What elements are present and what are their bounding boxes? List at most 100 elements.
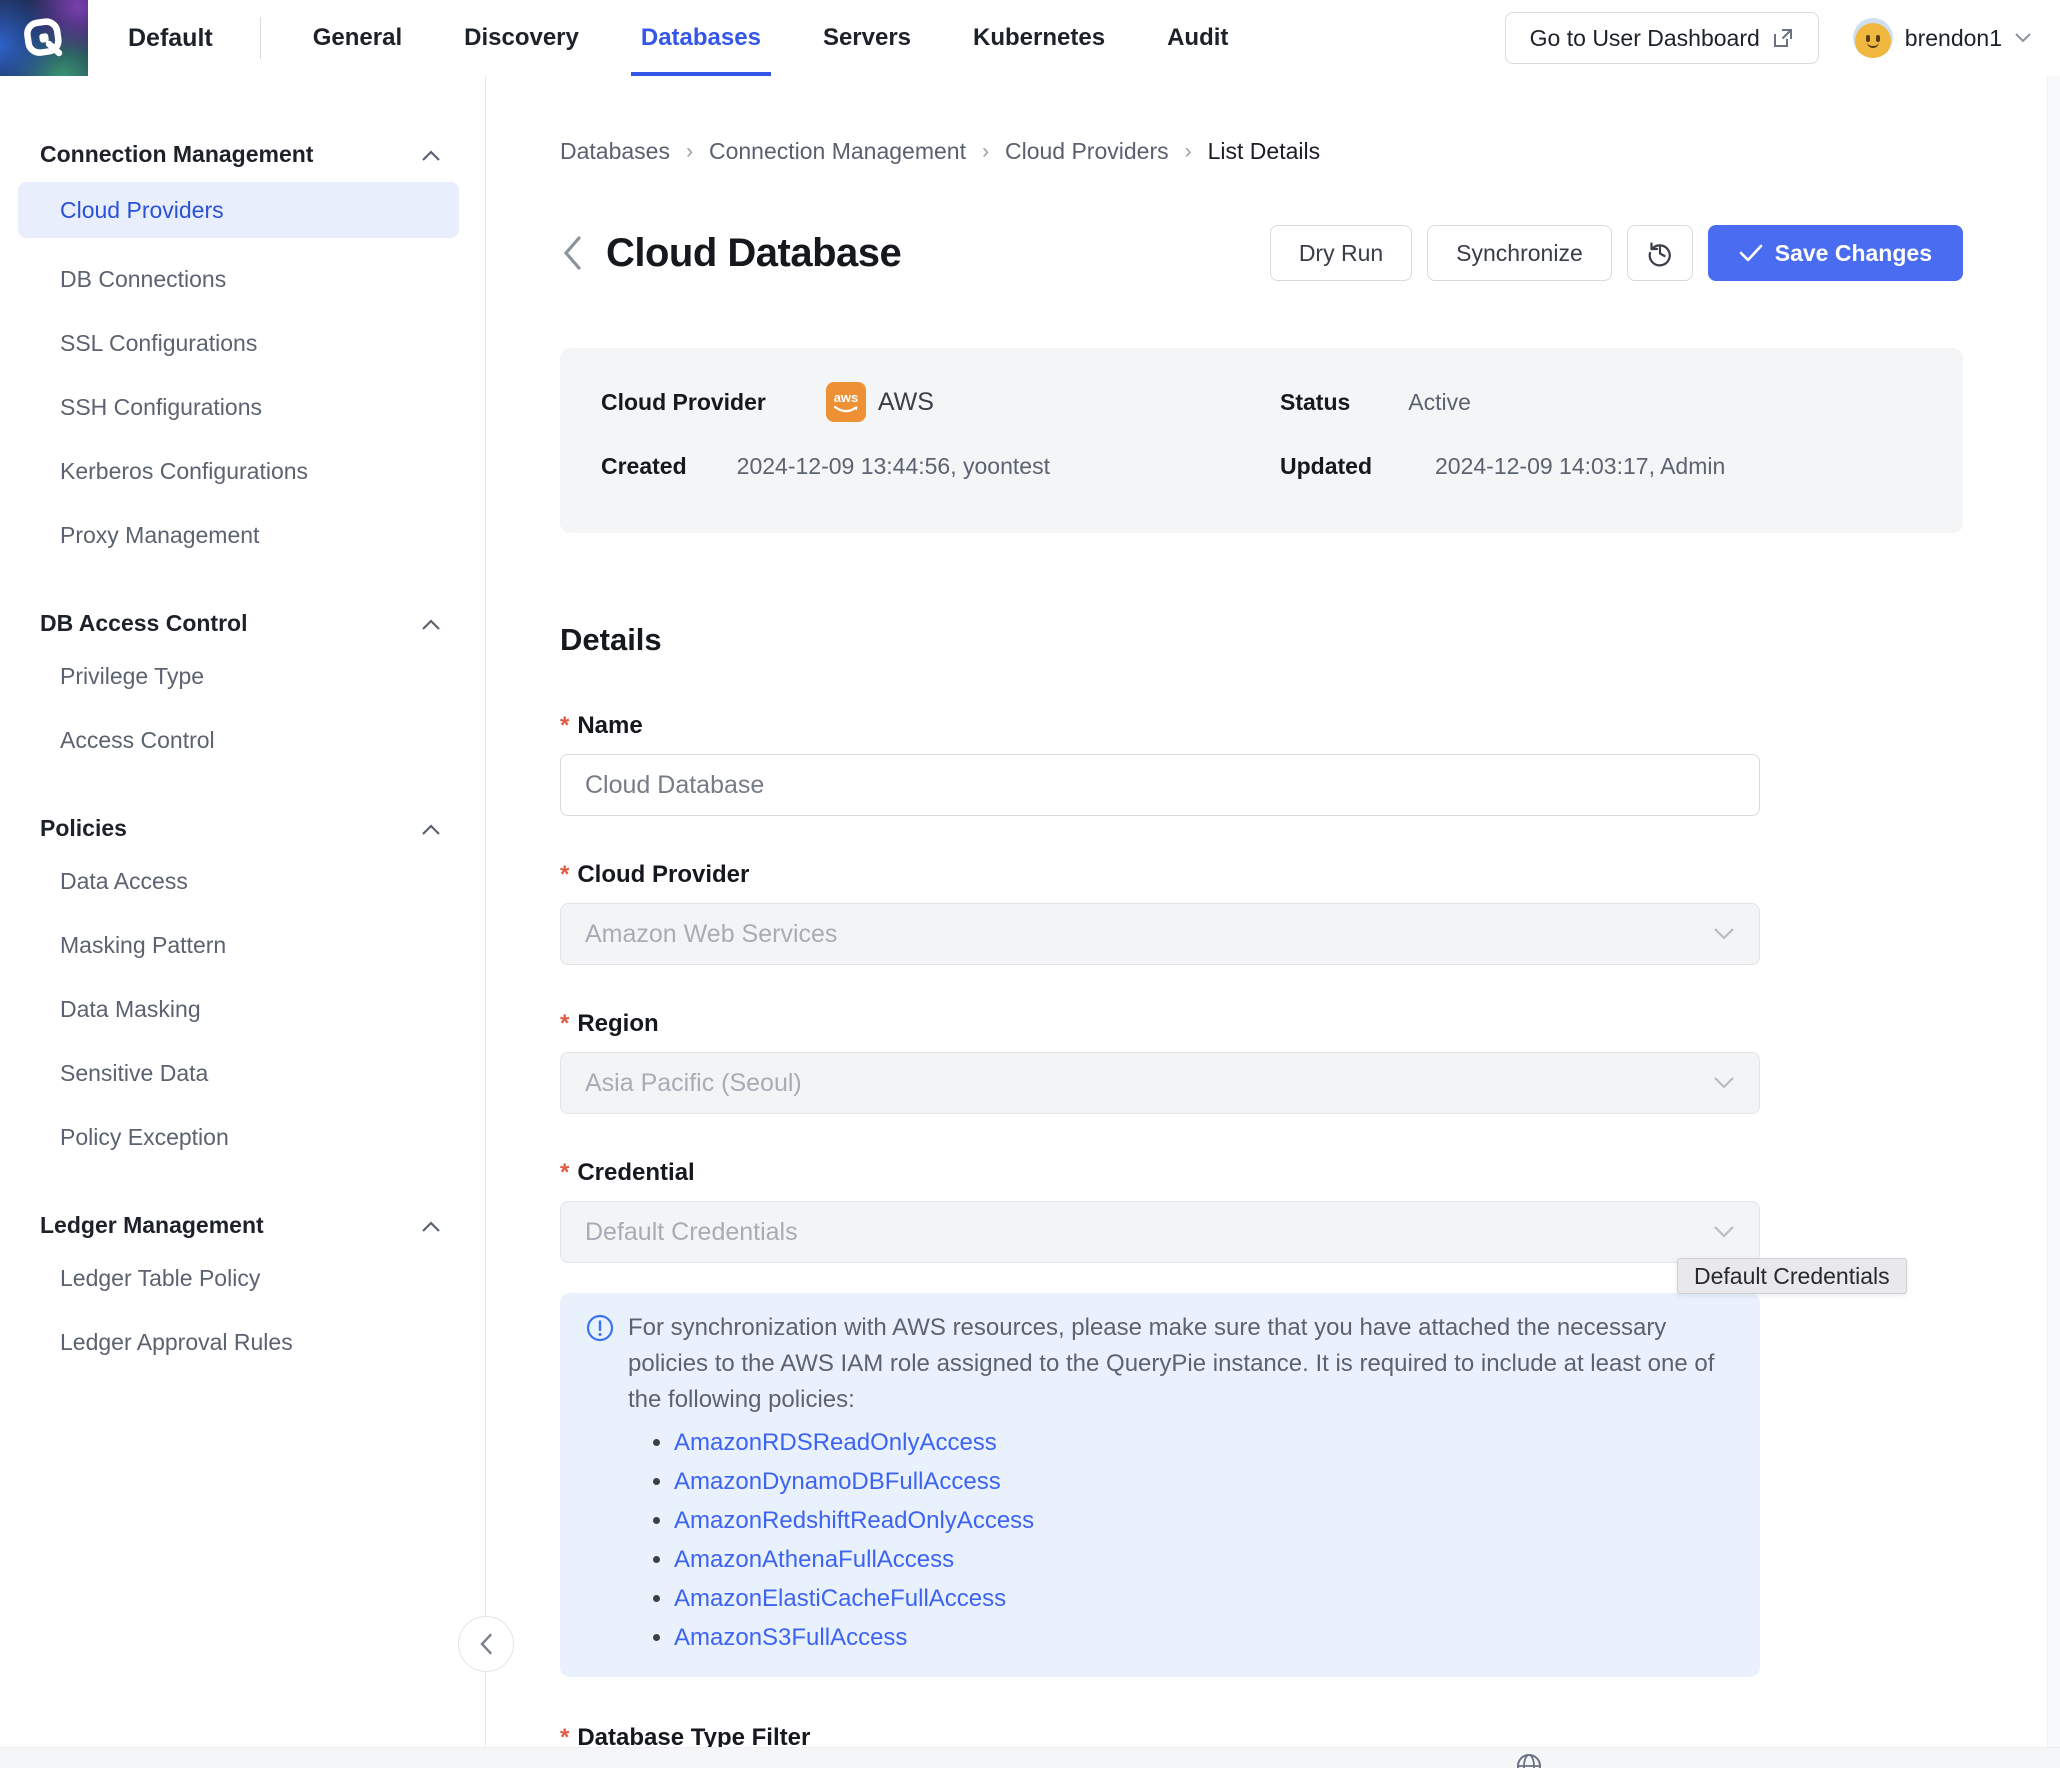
tab-servers[interactable]: Servers [813,0,921,76]
breadcrumb-item-cloud-providers[interactable]: Cloud Providers [1005,138,1169,165]
region-field-group: * Region Asia Pacific (Seoul) [560,1010,1760,1114]
sidebar-item-policy-exception[interactable]: Policy Exception [0,1105,485,1169]
cloud-provider-field-group: * Cloud Provider Amazon Web Services [560,861,1760,965]
sidebar-item-access-control[interactable]: Access Control [0,708,485,772]
sidebar-item-cloud-providers[interactable]: Cloud Providers [18,182,459,238]
name-label: * Name [560,712,1760,740]
user-menu[interactable]: brendon1 [1853,18,2032,58]
check-icon [1739,243,1763,263]
name-field-group: * Name [560,712,1760,816]
chevron-up-icon [421,823,441,836]
globe-icon [1515,1752,1543,1768]
sidebar-section-label: Ledger Management [40,1212,264,1239]
credential-field-group: * Credential Default Credentials [560,1159,1760,1263]
sidebar-item-privilege-type[interactable]: Privilege Type [0,644,485,708]
alert-text: For synchronization with AWS resources, … [628,1310,1730,1418]
sidebar-section-label: Policies [40,815,127,842]
policy-list-item: AmazonElastiCacheFullAccess [674,1579,1730,1618]
policy-list-item: AmazonRedshiftReadOnlyAccess [674,1501,1730,1540]
summary-updated-label: Updated [1280,453,1372,480]
policy-link-amazonrdsreadonlyaccess[interactable]: AmazonRDSReadOnlyAccess [674,1429,997,1456]
history-button[interactable] [1627,225,1693,281]
credential-select[interactable]: Default Credentials [560,1201,1760,1263]
aws-icon: aws [826,382,866,422]
tab-databases[interactable]: Databases [631,0,771,76]
footer-bar [0,1747,2060,1768]
history-icon [1645,238,1675,268]
info-circle-icon [586,1314,614,1342]
summary-created-value: 2024-12-09 13:44:56, yoontest [737,453,1050,480]
sidebar-item-masking-pattern[interactable]: Masking Pattern [0,913,485,977]
sidebar-item-ledger-table-policy[interactable]: Ledger Table Policy [0,1246,485,1310]
cloud-provider-label: * Cloud Provider [560,861,1760,889]
chevron-down-icon [2014,32,2032,44]
querypie-logo-icon [21,15,67,61]
primary-nav: General Discovery Databases Servers Kubernet… [261,0,1239,76]
policy-list-item: AmazonS3FullAccess [674,1618,1730,1657]
synchronize-button[interactable]: Synchronize [1427,225,1612,281]
sidebar-item-data-masking[interactable]: Data Masking [0,977,485,1041]
page-actions: Dry Run Synchronize Save Chang [1270,225,1963,281]
breadcrumb-separator: › [686,140,693,164]
tab-audit[interactable]: Audit [1157,0,1238,76]
cloud-provider-select[interactable]: Amazon Web Services [560,903,1760,965]
querypie-logo[interactable] [0,0,88,76]
sidebar-item-data-access[interactable]: Data Access [0,849,485,913]
svg-text:aws: aws [834,390,859,405]
breadcrumb-item-databases[interactable]: Databases [560,138,670,165]
policy-link-amazons3fullaccess[interactable]: AmazonS3FullAccess [674,1624,907,1651]
policy-link-amazonredshiftreadonlyaccess[interactable]: AmazonRedshiftReadOnlyAccess [674,1507,1034,1534]
sidebar-item-ssl-configurations[interactable]: SSL Configurations [0,311,485,375]
breadcrumb-separator: › [1185,140,1192,164]
policy-list-item: AmazonRDSReadOnlyAccess [674,1423,1730,1462]
summary-cloud-provider-value: aws AWS [826,382,934,422]
sidebar-item-sensitive-data[interactable]: Sensitive Data [0,1041,485,1105]
tab-discovery[interactable]: Discovery [454,0,589,76]
sidebar-section-connection-management[interactable]: Connection Management [0,139,485,169]
policy-link-amazonathenafullaccess[interactable]: AmazonAthenaFullAccess [674,1546,954,1573]
tab-kubernetes[interactable]: Kubernetes [963,0,1115,76]
region-label: * Region [560,1010,1760,1038]
name-input[interactable] [560,754,1760,816]
policy-link-amazonelasticachefullaccess[interactable]: AmazonElastiCacheFullAccess [674,1585,1006,1612]
synchronize-label: Synchronize [1456,240,1583,267]
sidebar-item-kerberos-configurations[interactable]: Kerberos Configurations [0,439,485,503]
breadcrumb-item-connection-management[interactable]: Connection Management [709,138,966,165]
sidebar-section-label: DB Access Control [40,610,247,637]
breadcrumb-item-list-details[interactable]: List Details [1208,138,1320,165]
sidebar-section-ledger-management[interactable]: Ledger Management [0,1210,485,1240]
external-link-icon [1772,27,1794,49]
credential-value: Default Credentials [585,1218,798,1247]
scrollbar-track[interactable] [2047,76,2060,1768]
tab-general[interactable]: General [303,0,412,76]
sidebar-item-ledger-approval-rules[interactable]: Ledger Approval Rules [0,1310,485,1374]
workspace-name[interactable]: Default [128,24,213,53]
region-select[interactable]: Asia Pacific (Seoul) [560,1052,1760,1114]
summary-status: Status Active [1280,380,1922,424]
back-button[interactable] [560,234,584,272]
required-asterisk: * [560,1010,569,1038]
chevron-up-icon [421,618,441,631]
sidebar-section-policies[interactable]: Policies [0,813,485,843]
avatar [1853,18,1893,58]
save-changes-label: Save Changes [1775,240,1932,267]
chevron-up-icon [421,149,441,162]
status-badge: Active [1408,389,1471,416]
sidebar-item-proxy-management[interactable]: Proxy Management [0,503,485,567]
breadcrumb: Databases › Connection Management › Cloud Pr… [560,138,2060,165]
required-asterisk: * [560,1159,569,1187]
sidebar-item-ssh-configurations[interactable]: SSH Configurations [0,375,485,439]
sidebar-collapse-button[interactable] [458,1616,514,1672]
required-asterisk: * [560,712,569,740]
main-content: Databases › Connection Management › Cloud Pr… [486,76,2060,1768]
go-to-user-dashboard-button[interactable]: Go to User Dashboard [1505,12,1819,64]
summary-cloud-provider: Cloud Provider aws AWS [601,380,1280,424]
policy-link-amazondynamodbfullaccess[interactable]: AmazonDynamoDBFullAccess [674,1468,1001,1495]
chevron-up-icon [421,1220,441,1233]
sidebar-section-db-access-control[interactable]: DB Access Control [0,608,485,638]
summary-updated: Updated 2024-12-09 14:03:17, Admin [1280,444,1922,488]
summary-created-label: Created [601,453,687,480]
sidebar-item-db-connections[interactable]: DB Connections [0,247,485,311]
save-changes-button[interactable]: Save Changes [1708,225,1963,281]
dry-run-button[interactable]: Dry Run [1270,225,1412,281]
